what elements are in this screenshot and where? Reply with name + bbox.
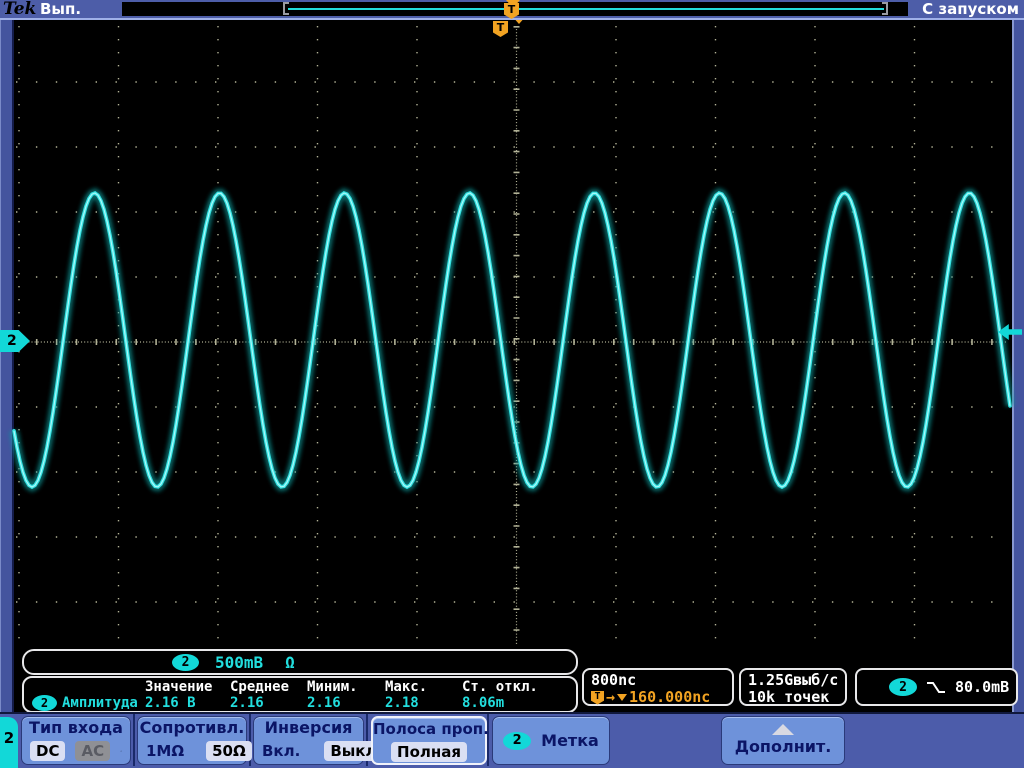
bandwidth-title: Полоса проп. [373, 720, 489, 738]
invert-title: Инверсия [264, 718, 353, 737]
label-channel-badge: 2 [503, 731, 532, 750]
measurement-header-row: Значение Среднее Миним. Макс. Ст. откл. [32, 679, 576, 695]
meas-header-max: Макс. [385, 679, 428, 695]
channel-impedance-text: Ω [285, 652, 295, 672]
menu-channel-tab[interactable]: 2 [0, 717, 18, 768]
acquisition-mode-text: С запуском [922, 0, 1019, 18]
trigger-readout-box: 2 80.0mB [855, 668, 1018, 706]
falling-edge-icon [927, 681, 945, 693]
impedance-title: Сопротивл. [139, 718, 245, 737]
trigger-t-icon: T [591, 690, 604, 705]
record-view-strip: T [122, 0, 908, 19]
impedance-50-option[interactable]: 50Ω [206, 741, 252, 761]
invert-on-option[interactable]: Вкл. [262, 741, 300, 761]
trigger-delay-text: 160.000nс [629, 688, 711, 706]
meas-mean: 2.16 [230, 695, 264, 711]
impedance-menu-button[interactable]: Сопротивл. 1MΩ 50Ω [137, 716, 252, 765]
label-title: Метка [541, 730, 599, 750]
meas-header-min: Миним. [307, 679, 358, 695]
coupling-ac-option[interactable]: AC [75, 741, 111, 761]
trigger-channel-badge: 2 [889, 678, 917, 696]
top-status-bar: Tek Вып. T С запуском [0, 0, 1024, 20]
ground-coupling-icon[interactable] [120, 742, 122, 760]
menu-separator [133, 714, 135, 766]
label-menu-button[interactable]: 2 Метка [492, 716, 610, 765]
meas-max: 2.18 [385, 695, 419, 711]
meas-header-value: Значение [145, 679, 213, 695]
more-title: Дополнит. [734, 736, 832, 756]
invert-menu-button[interactable]: Инверсия Вкл. Выкл [253, 716, 383, 765]
coupling-dc-option[interactable]: DC [30, 741, 66, 761]
bandwidth-full-option[interactable]: Полная [391, 742, 467, 762]
meas-min: 2.16 [307, 695, 341, 711]
meas-name: Амплитуда [62, 695, 138, 711]
channel-scale-text: 500mB [215, 652, 264, 672]
trigger-level-text: 80.0mB [955, 677, 1010, 696]
sample-rate-box: 1.25Gвыб/с 10k точек [739, 668, 847, 706]
meas-header-mean: Среднее [230, 679, 290, 695]
meas-header-stddev: Ст. откл. [462, 679, 538, 695]
record-length-text: 10k точек [748, 688, 830, 706]
record-window-bracket-left [283, 2, 289, 15]
tek-logo: Tek [3, 0, 37, 19]
sample-rate-text: 1.25Gвыб/с [748, 671, 839, 689]
timebase-readout-box: 800nс T → 160.000nс [582, 668, 734, 706]
coupling-menu-button[interactable]: Тип входа DC AC [21, 716, 131, 765]
arrow-right-icon: → [606, 688, 616, 706]
oscilloscope-screen: Tek Вып. T С запуском T 2 2 500mB Ω Знач… [0, 0, 1024, 768]
more-menu-button[interactable]: Дополнит. [721, 716, 845, 765]
measurement-readout-panel: Значение Среднее Миним. Макс. Ст. откл. … [22, 676, 578, 713]
record-window-bracket-right [882, 2, 888, 15]
measurement-row-amplitude: 2 Амплитуда 2.16 В 2.16 2.16 2.18 8.06m [32, 695, 576, 711]
triangle-up-icon [772, 723, 794, 735]
timebase-scale-text: 800nс [591, 671, 637, 689]
trigger-status-text: Вып. [40, 0, 82, 18]
meas-value: 2.16 В [145, 695, 196, 711]
channel2-badge: 2 [172, 653, 199, 671]
meas-channel-badge: 2 [32, 695, 57, 711]
record-view-trace [288, 8, 884, 10]
record-trigger-t-icon: T [504, 3, 519, 19]
bandwidth-menu-button[interactable]: Полоса проп. Полная [371, 716, 489, 765]
channel-readout-bar: 2 500mB Ω [22, 649, 578, 675]
meas-stddev: 8.06m [462, 695, 505, 711]
triangle-down-icon [617, 694, 628, 701]
coupling-title: Тип входа [29, 718, 123, 737]
impedance-1m-option[interactable]: 1MΩ [146, 741, 184, 761]
